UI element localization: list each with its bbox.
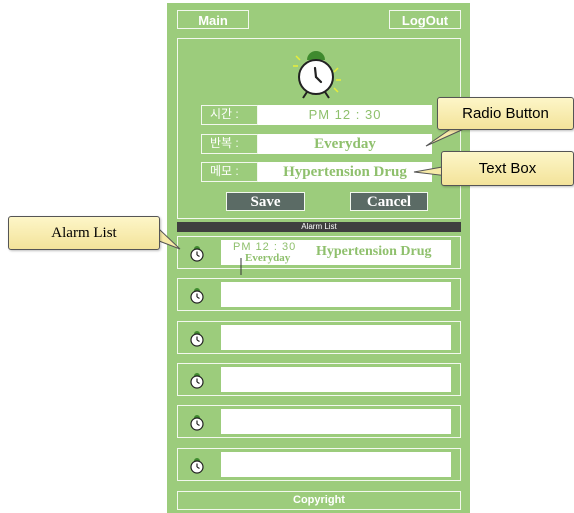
alarm-app-screen: Main LogOut 시간 : PM 12 : 30 반복 : Everyda… (167, 3, 470, 513)
alarm-list-callout: Alarm List (8, 216, 160, 250)
alarm-entry[interactable] (221, 367, 451, 392)
alarm-clock-icon (190, 415, 204, 431)
cancel-button[interactable]: Cancel (350, 192, 428, 211)
alarm-clock-icon (190, 331, 204, 347)
save-button[interactable]: Save (226, 192, 305, 211)
radio-button-callout: Radio Button (437, 97, 574, 130)
memo-label: 메모 : (201, 162, 258, 182)
memo-text-box[interactable]: Hypertension Drug (258, 162, 432, 182)
alarm-list-header: Alarm List (177, 222, 461, 232)
alarm-list-callout-text: Alarm List (51, 225, 117, 241)
copyright-footer: Copyright (177, 491, 461, 510)
main-button[interactable]: Main (177, 10, 249, 29)
alarm-list-item[interactable] (177, 405, 461, 438)
alarm-clock-icon (293, 51, 341, 99)
alarm-clock-icon (190, 373, 204, 389)
repeat-radio-button[interactable]: Everyday (258, 134, 432, 154)
alarm-entry[interactable] (221, 452, 451, 477)
alarm-list-item[interactable]: PM 12 : 30 Everyday Hypertension Drug (177, 236, 461, 269)
repeat-label: 반복 : (201, 134, 258, 154)
alarm-entry[interactable] (221, 325, 451, 350)
text-box-callout-text: Text Box (478, 160, 537, 177)
alarm-memo: Hypertension Drug (316, 244, 432, 259)
alarm-setup-panel: 시간 : PM 12 : 30 반복 : Everyday 메모 : Hyper… (177, 38, 461, 219)
alarm-list-item[interactable] (177, 363, 461, 396)
alarm-clock-icon (190, 458, 204, 474)
alarm-list-item[interactable] (177, 321, 461, 354)
text-box-callout: Text Box (441, 151, 574, 186)
radio-button-callout-text: Radio Button (462, 105, 549, 122)
alarm-entry[interactable] (221, 409, 451, 434)
alarm-entry[interactable]: PM 12 : 30 Everyday Hypertension Drug (221, 240, 451, 265)
time-field[interactable]: PM 12 : 30 (258, 105, 432, 125)
alarm-list-item[interactable] (177, 448, 461, 481)
alarm-clock-icon (190, 288, 204, 304)
alarm-list-item[interactable] (177, 278, 461, 311)
logout-button[interactable]: LogOut (389, 10, 461, 29)
alarm-repeat: Everyday (245, 252, 291, 264)
alarm-clock-icon (190, 246, 204, 262)
alarm-entry[interactable] (221, 282, 451, 307)
time-label: 시간 : (201, 105, 258, 125)
